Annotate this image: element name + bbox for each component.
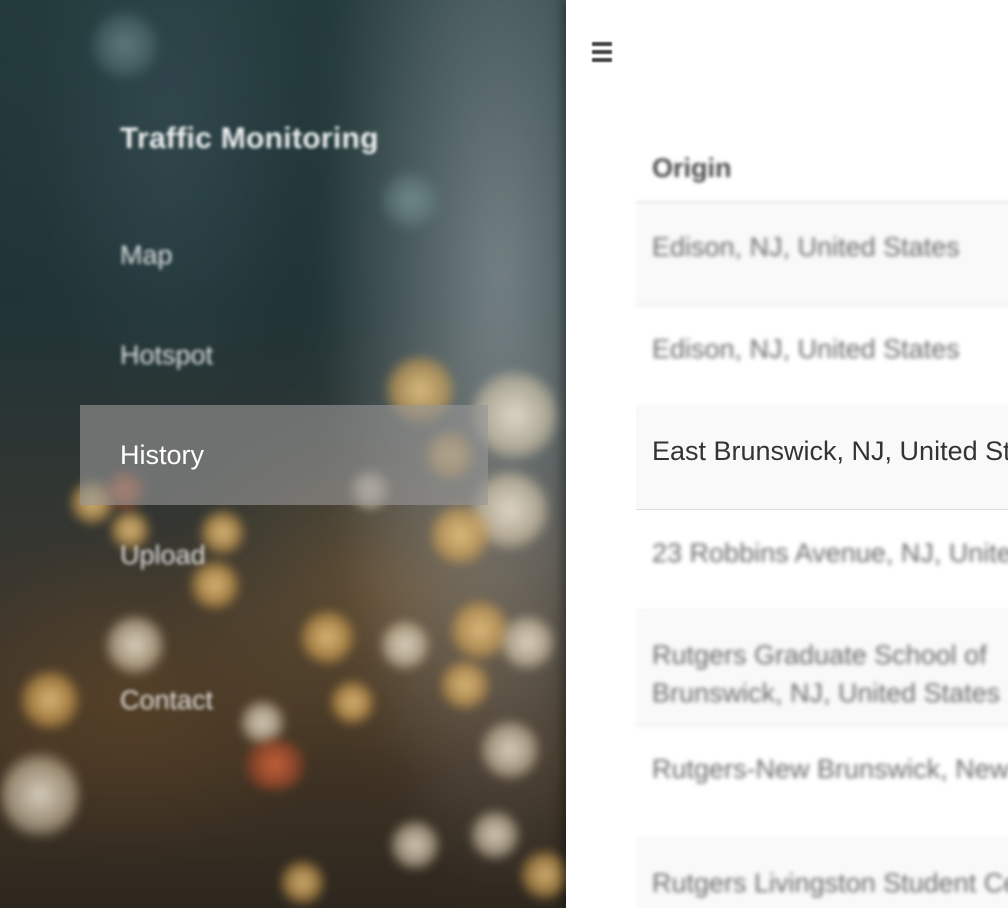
origin-cell-line-1: Rutgers Graduate School of [652, 640, 987, 670]
table-row[interactable]: Edison, NJ, United States [636, 306, 1008, 408]
origin-cell: Edison, NJ, United States [652, 334, 960, 364]
brand-title[interactable]: Traffic Monitoring [120, 122, 379, 156]
sidebar-item-contact[interactable]: Contact [80, 675, 488, 725]
table-row[interactable]: 23 Robbins Avenue, NJ, United States [636, 510, 1008, 612]
origin-cell: Edison, NJ, United States [652, 232, 960, 262]
sidebar: Traffic Monitoring Map Hotspot History U… [0, 0, 566, 908]
history-table: Origin Edison, NJ, United States Edison,… [636, 130, 1008, 908]
origin-cell: Rutgers Livingston Student Center [652, 868, 1008, 898]
sidebar-item-history[interactable]: History [80, 405, 488, 505]
table-row[interactable]: Edison, NJ, United States [636, 204, 1008, 306]
main-content: Origin Edison, NJ, United States Edison,… [566, 0, 1008, 908]
sidebar-nav: Map Hotspot History Upload Contact [80, 205, 488, 725]
table-row[interactable]: Rutgers Graduate School of Brunswick, NJ… [636, 612, 1008, 726]
origin-cell: Rutgers-New Brunswick, New [652, 754, 1008, 784]
column-header-origin[interactable]: Origin [636, 130, 1008, 204]
hamburger-menu-icon[interactable] [588, 36, 616, 68]
table-row[interactable]: Rutgers Livingston Student Center [636, 840, 1008, 908]
origin-cell-line-2: Brunswick, NJ, United States [652, 678, 1001, 708]
origin-cell: 23 Robbins Avenue, NJ, United States [652, 538, 1008, 568]
sidebar-item-upload[interactable]: Upload [80, 505, 488, 605]
sidebar-item-hotspot[interactable]: Hotspot [80, 305, 488, 405]
sidebar-item-map[interactable]: Map [80, 205, 488, 305]
table-row[interactable]: East Brunswick, NJ, United States [636, 408, 1008, 510]
origin-cell: East Brunswick, NJ, United States [652, 436, 1008, 466]
table-row[interactable]: Rutgers-New Brunswick, New [636, 726, 1008, 840]
app-window: Traffic Monitoring Map Hotspot History U… [0, 0, 1008, 908]
